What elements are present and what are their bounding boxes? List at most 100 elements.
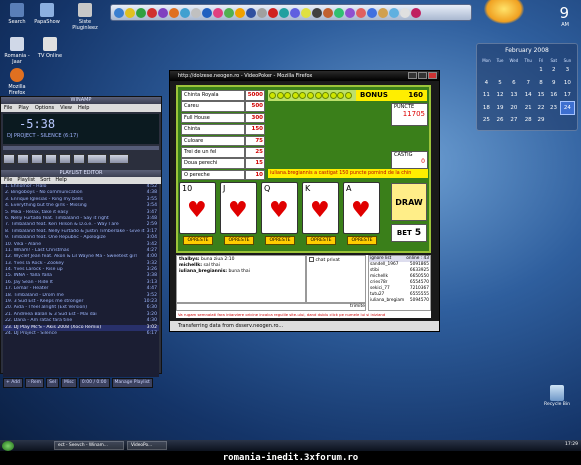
hold-button[interactable]: OPRESTE xyxy=(183,236,213,245)
play-button[interactable] xyxy=(17,154,29,164)
close-button[interactable] xyxy=(428,72,437,79)
taskbar-item-winamp[interactable]: ect - Seevch - Winam... xyxy=(54,441,124,450)
stop-button[interactable] xyxy=(45,154,57,164)
hold-button[interactable]: OPRESTE xyxy=(347,236,377,245)
calendar-day[interactable]: 8 xyxy=(535,77,547,90)
desktop-icon-romania[interactable]: Romania - Jaar xyxy=(0,37,34,65)
playlist-track[interactable]: 24. DJ Project - Silence 6:17 xyxy=(3,331,159,337)
previous-button[interactable] xyxy=(3,154,15,164)
app-launcher-icon[interactable] xyxy=(180,7,190,18)
chat-author[interactable]: michellk: xyxy=(179,263,202,268)
bet-button[interactable]: BET 5 xyxy=(391,224,427,242)
app-launcher-icon[interactable] xyxy=(213,7,223,18)
playing-card[interactable]: Q ♥ xyxy=(261,182,298,234)
desktop-icon-search[interactable]: Search xyxy=(0,3,34,25)
misc-button[interactable]: Misc xyxy=(60,378,77,388)
app-launcher-icon[interactable] xyxy=(389,7,399,18)
calendar-day[interactable]: 27 xyxy=(506,114,521,127)
calendar-day[interactable]: 19 xyxy=(494,102,506,115)
taskbar-item-videopoker[interactable]: VideoPo... xyxy=(127,441,167,450)
calendar-day[interactable]: 21 xyxy=(522,102,535,115)
seek-bar[interactable] xyxy=(3,146,159,150)
hold-button[interactable]: OPRESTE xyxy=(224,236,254,245)
start-button[interactable] xyxy=(2,440,14,451)
app-launcher-icon[interactable] xyxy=(378,7,388,18)
calendar-day[interactable]: 2 xyxy=(547,64,560,77)
desktop-icon-recycle-bin[interactable]: Recycle Bin xyxy=(540,385,574,407)
app-launcher-icon[interactable] xyxy=(411,7,421,18)
menu-options[interactable]: Options xyxy=(35,104,54,112)
draw-button[interactable]: DRAW xyxy=(391,183,427,221)
app-launcher-icon[interactable] xyxy=(125,7,135,18)
desktop-icon-tv-online[interactable]: TV Online xyxy=(33,37,67,59)
next-button[interactable] xyxy=(59,154,71,164)
menu-view[interactable]: View xyxy=(60,104,72,112)
app-launcher-icon[interactable] xyxy=(158,7,168,18)
menu-file[interactable]: File xyxy=(4,177,12,184)
send-button[interactable]: trimite xyxy=(350,304,365,310)
calendar-day[interactable]: 26 xyxy=(494,114,506,127)
calendar-day[interactable]: 28 xyxy=(522,114,535,127)
chat-author[interactable]: iuliana_bregiannis: xyxy=(179,269,227,274)
app-launcher-icon[interactable] xyxy=(312,7,322,18)
app-launcher-icon[interactable] xyxy=(345,7,355,18)
app-launcher-icon[interactable] xyxy=(268,7,278,18)
firefox-titlebar[interactable]: http://dolzese.neogen.ro - VideoPoker - … xyxy=(170,71,439,81)
app-launcher-icon[interactable] xyxy=(334,7,344,18)
app-launcher-icon[interactable] xyxy=(147,7,157,18)
calendar-day[interactable]: 25 xyxy=(479,114,494,127)
playing-card[interactable]: 10 ♥ xyxy=(179,182,216,234)
select-button[interactable]: Sel xyxy=(46,378,59,388)
app-launcher-icon[interactable] xyxy=(136,7,146,18)
app-launcher-icon[interactable] xyxy=(290,7,300,18)
app-launcher-icon[interactable] xyxy=(356,7,366,18)
add-button[interactable]: + Add xyxy=(3,378,23,388)
app-launcher-icon[interactable] xyxy=(224,7,234,18)
menu-play[interactable]: Play xyxy=(18,104,28,112)
app-launcher-icon[interactable] xyxy=(191,7,201,18)
menu-playlist[interactable]: Playlist xyxy=(17,177,35,184)
playlist-title[interactable]: PLAYLIST EDITOR xyxy=(1,170,161,177)
app-launcher-icon[interactable] xyxy=(169,7,179,18)
calendar-day[interactable]: 11 xyxy=(479,89,494,102)
calendar-day[interactable]: 22 xyxy=(535,102,547,115)
menu-file[interactable]: File xyxy=(4,104,12,112)
hold-button[interactable]: OPRESTE xyxy=(306,236,336,245)
calendar-day[interactable]: 24 xyxy=(559,101,576,115)
playing-card[interactable]: K ♥ xyxy=(302,182,339,234)
playing-card[interactable]: A ♥ xyxy=(343,182,380,234)
calendar-day[interactable]: 29 xyxy=(535,114,547,127)
shuffle-button[interactable] xyxy=(87,154,107,164)
calendar-day[interactable]: 6 xyxy=(506,77,521,90)
app-launcher-icon[interactable] xyxy=(246,7,256,18)
calendar-day[interactable]: 12 xyxy=(494,89,506,102)
calendar-day[interactable]: 15 xyxy=(535,89,547,102)
menu-help[interactable]: Help xyxy=(55,177,66,184)
calendar-day[interactable]: 1 xyxy=(535,64,547,77)
remove-button[interactable]: - Rem xyxy=(24,378,45,388)
menu-help[interactable]: Help xyxy=(78,104,89,112)
calendar-day[interactable]: 14 xyxy=(522,89,535,102)
desktop-icon-firefox[interactable]: Mozilla Firefox xyxy=(0,68,34,96)
app-launcher-icon[interactable] xyxy=(301,7,311,18)
winamp-title[interactable]: WINAMP xyxy=(1,97,161,104)
repeat-button[interactable] xyxy=(109,154,129,164)
app-launcher-icon[interactable] xyxy=(257,7,267,18)
app-launcher-icon[interactable] xyxy=(235,7,245,18)
calendar-day[interactable]: 3 xyxy=(560,64,574,77)
calendar-day[interactable]: 23 xyxy=(547,102,560,115)
calendar-day[interactable]: 7 xyxy=(522,77,535,90)
app-launcher-icon[interactable] xyxy=(279,7,289,18)
calendar-day[interactable]: 16 xyxy=(547,89,560,102)
calendar-day[interactable]: 9 xyxy=(547,77,560,90)
app-launcher-icon[interactable] xyxy=(400,7,410,18)
chat-input[interactable]: trimite xyxy=(176,303,366,311)
calendar-day[interactable]: 10 xyxy=(560,77,574,90)
menu-sort[interactable]: Sort xyxy=(40,177,50,184)
user-list-item[interactable]: iuliana_bregiam 5094570 xyxy=(369,298,430,304)
eject-button[interactable] xyxy=(73,154,85,164)
calendar-day[interactable]: 5 xyxy=(494,77,506,90)
app-launcher-icon[interactable] xyxy=(114,7,124,18)
app-launcher-icon[interactable] xyxy=(323,7,333,18)
maximize-button[interactable] xyxy=(418,72,427,79)
